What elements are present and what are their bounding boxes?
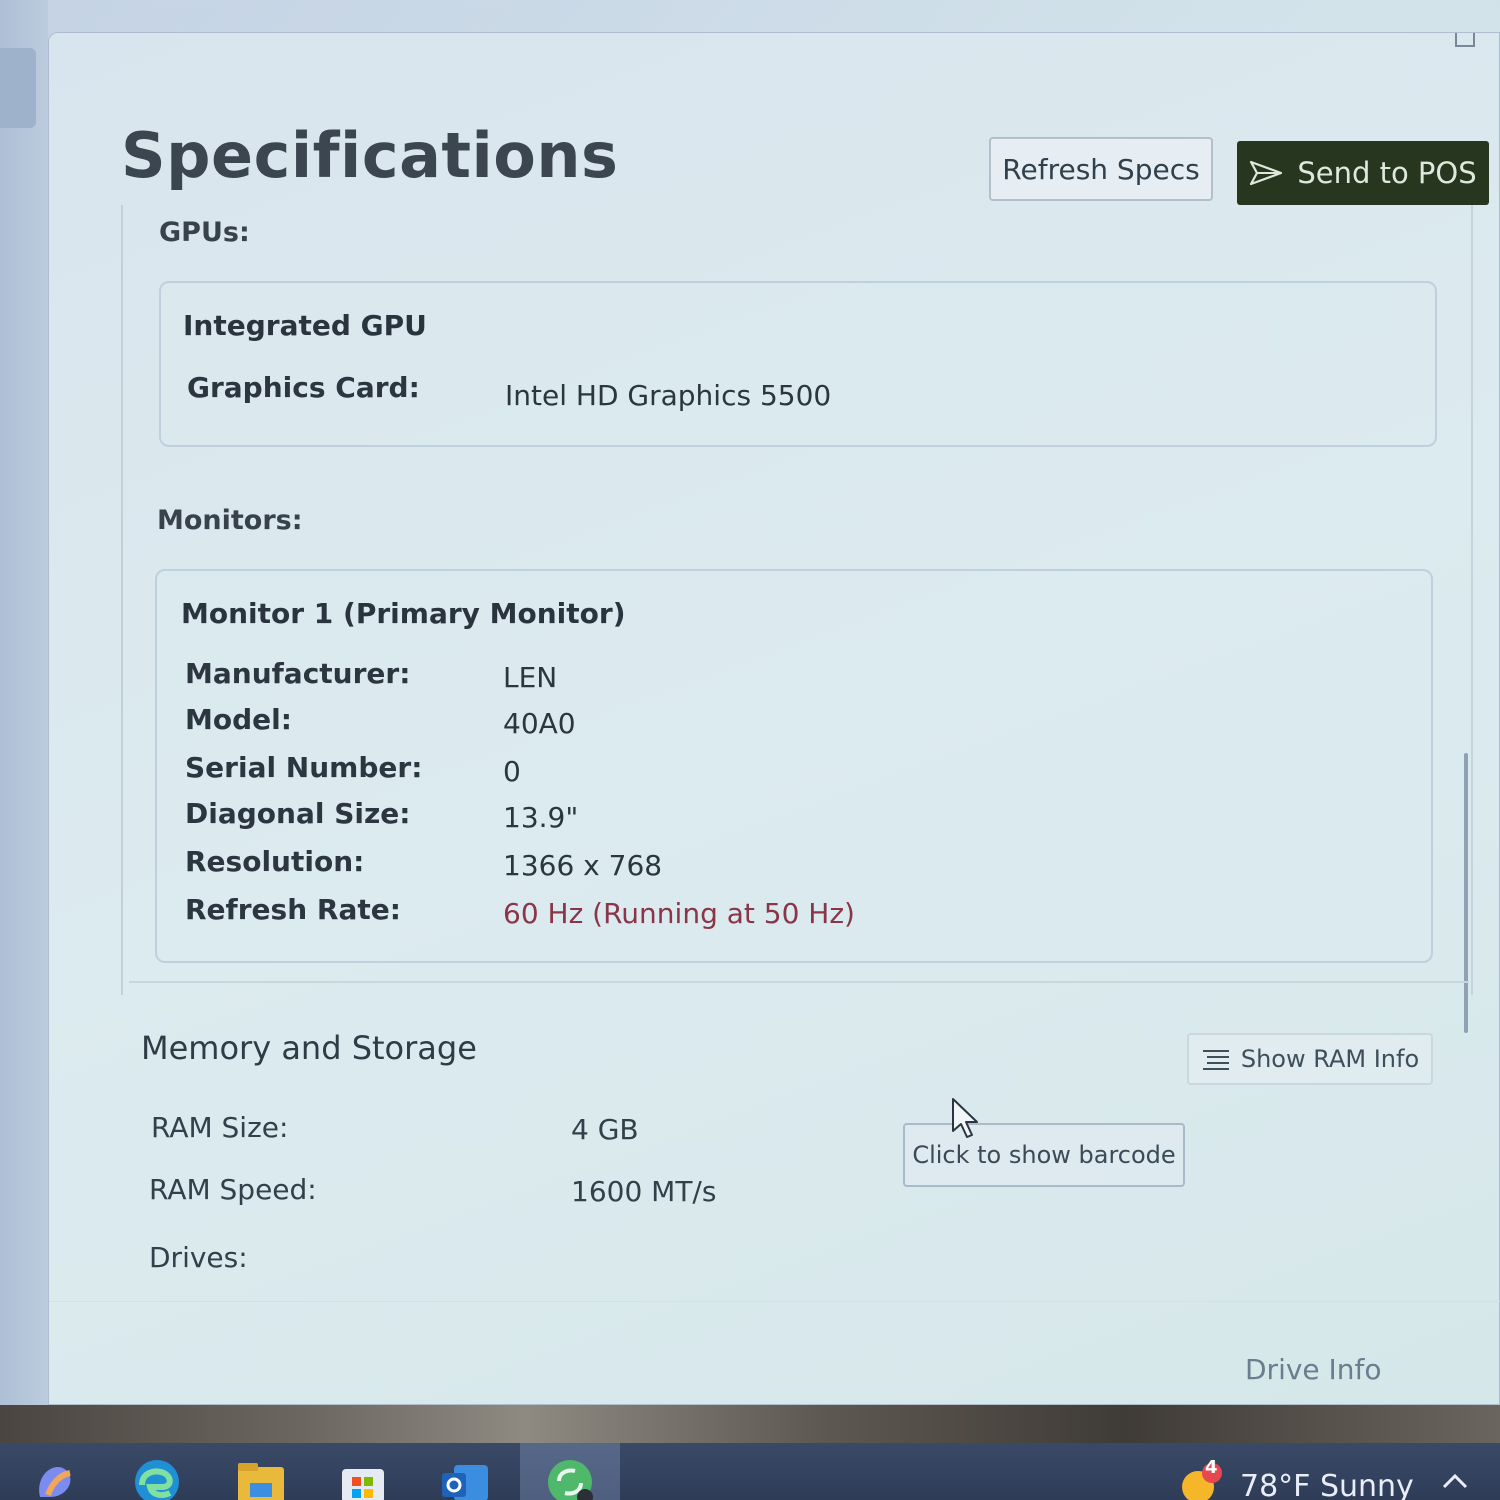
outlook-icon[interactable] xyxy=(440,1457,490,1500)
serial-number-label: Serial Number: xyxy=(185,751,423,784)
desk-background-strip xyxy=(0,1405,1500,1443)
ram-speed-label: RAM Speed: xyxy=(149,1173,317,1206)
gpus-section-label: GPUs: xyxy=(159,217,250,248)
resolution-label: Resolution: xyxy=(185,845,365,878)
weather-badge: 4 xyxy=(1205,1457,1218,1478)
send-to-pos-label: Send to POS xyxy=(1297,156,1477,190)
active-app-icon[interactable] xyxy=(545,1457,595,1500)
drive-info-link[interactable]: Drive Info xyxy=(1245,1353,1382,1386)
page-title: Specifications xyxy=(121,119,619,192)
diagonal-size-label: Diagonal Size: xyxy=(185,797,411,830)
manufacturer-value: LEN xyxy=(503,661,558,694)
show-ram-info-label: Show RAM Info xyxy=(1240,1045,1420,1073)
list-icon xyxy=(1202,1050,1229,1070)
gpu-monitor-panel: GPUs: Integrated GPU Graphics Card: Inte… xyxy=(121,205,1473,995)
chevron-up-icon[interactable] xyxy=(1440,1471,1470,1491)
edge-browser-icon[interactable] xyxy=(132,1457,182,1500)
send-to-pos-button[interactable]: Send to POS xyxy=(1237,141,1489,205)
scrollbar-thumb[interactable] xyxy=(1464,753,1468,1033)
maximize-icon[interactable] xyxy=(1455,33,1475,47)
model-label: Model: xyxy=(185,703,292,736)
weather-text[interactable]: 78°F Sunny xyxy=(1240,1469,1414,1500)
refresh-rate-value: 60 Hz (Running at 50 Hz) xyxy=(503,897,855,930)
send-icon xyxy=(1250,160,1283,186)
taskbar: 4 78°F Sunny xyxy=(0,1443,1500,1500)
monitor-card-title: Monitor 1 (Primary Monitor) xyxy=(181,597,626,630)
diagonal-size-value: 13.9" xyxy=(503,801,579,834)
graphics-card-label: Graphics Card: xyxy=(187,371,420,404)
serial-number-value: 0 xyxy=(503,755,521,788)
refresh-rate-label: Refresh Rate: xyxy=(185,893,401,926)
monitors-section-label: Monitors: xyxy=(157,505,303,536)
monitor-card: Monitor 1 (Primary Monitor) Manufacturer… xyxy=(155,569,1433,963)
left-background-strip xyxy=(0,0,48,1405)
ram-speed-value: 1600 MT/s xyxy=(571,1175,717,1208)
memory-storage-title: Memory and Storage xyxy=(141,1029,477,1067)
refresh-specs-button[interactable]: Refresh Specs xyxy=(989,137,1213,201)
drives-label: Drives: xyxy=(149,1241,248,1274)
show-barcode-button[interactable]: Click to show barcode xyxy=(903,1123,1185,1187)
side-tab[interactable] xyxy=(0,48,36,128)
gpu-card-title: Integrated GPU xyxy=(183,309,427,342)
show-ram-info-button[interactable]: Show RAM Info xyxy=(1187,1033,1433,1085)
ram-size-label: RAM Size: xyxy=(151,1111,289,1144)
copilot-icon[interactable] xyxy=(30,1457,80,1500)
specifications-window: Specifications Refresh Specs Send to POS… xyxy=(48,32,1500,1405)
microsoft-store-icon[interactable] xyxy=(338,1457,388,1500)
file-explorer-icon[interactable] xyxy=(236,1457,286,1500)
section-divider xyxy=(129,981,1469,983)
model-value: 40A0 xyxy=(503,707,576,740)
drives-divider xyxy=(49,1301,1500,1302)
mouse-cursor-icon xyxy=(952,1098,978,1138)
graphics-card-value: Intel HD Graphics 5500 xyxy=(505,379,832,412)
gpu-card: Integrated GPU Graphics Card: Intel HD G… xyxy=(159,281,1437,447)
resolution-value: 1366 x 768 xyxy=(503,849,663,882)
ram-size-value: 4 GB xyxy=(571,1113,639,1146)
manufacturer-label: Manufacturer: xyxy=(185,657,411,690)
